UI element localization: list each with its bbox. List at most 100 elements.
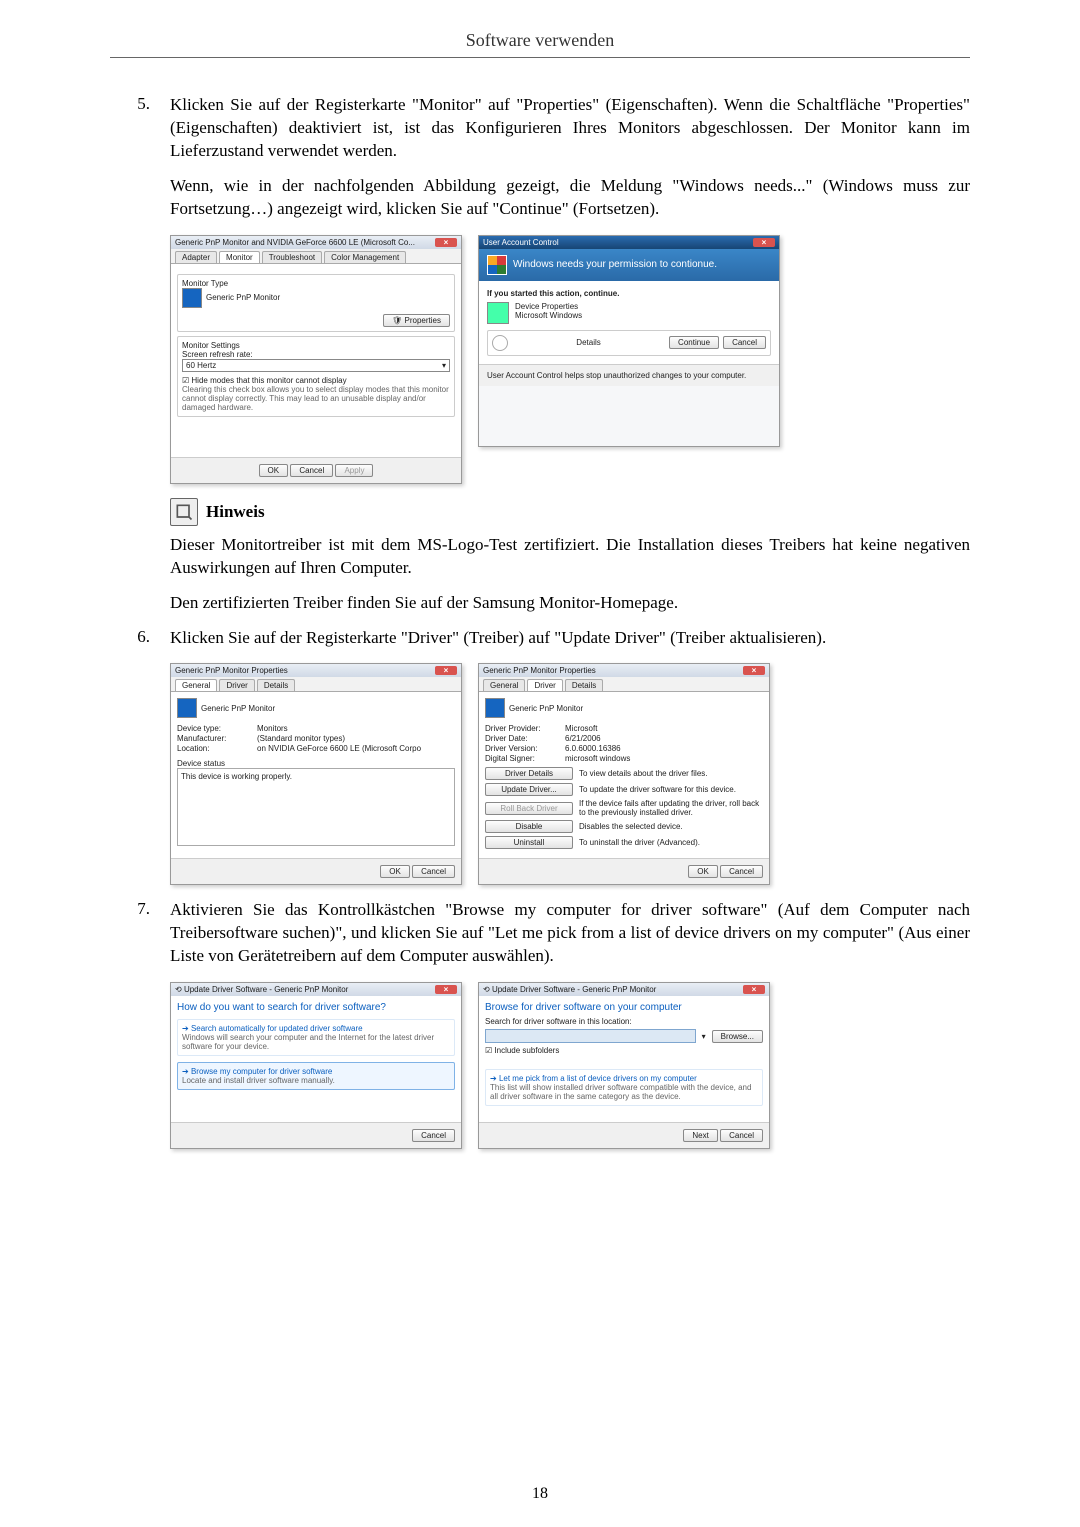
uac-details-label[interactable]: Details — [576, 338, 600, 347]
screenshot-display-properties: Generic PnP Monitor and NVIDIA GeForce 6… — [170, 235, 462, 484]
uac-item-publisher: Microsoft Windows — [515, 311, 582, 320]
location-label: Search for driver software in this locat… — [485, 1017, 763, 1026]
tab-adapter[interactable]: Adapter — [175, 251, 217, 263]
monitor-settings-label: Monitor Settings — [182, 341, 450, 350]
next-button[interactable]: Next — [683, 1129, 717, 1142]
pick-desc: This list will show installed driver sof… — [490, 1083, 758, 1101]
desc-uninstall: To uninstall the driver (Advanced). — [579, 838, 763, 847]
uac-title: User Account Control — [483, 238, 559, 247]
signer-value: microsoft windows — [565, 754, 630, 763]
date-label: Driver Date: — [485, 734, 565, 743]
monitor-type-value: Generic PnP Monitor — [206, 293, 280, 302]
tab-driver[interactable]: Driver — [219, 679, 254, 691]
hide-modes-checkbox[interactable]: ☑ — [182, 376, 189, 385]
note-p1: Dieser Monitortreiber ist mit dem MS-Log… — [170, 534, 970, 580]
close-icon[interactable]: × — [435, 238, 457, 247]
ok-button[interactable]: OK — [380, 865, 410, 878]
close-icon[interactable]: × — [435, 985, 457, 994]
device-status-text: This device is working properly. — [177, 768, 455, 846]
option-auto-search[interactable]: ➔ Search automatically for updated drive… — [177, 1019, 455, 1056]
include-subfolders-checkbox[interactable]: ☑ — [485, 1046, 492, 1055]
win-browse-title: ⟲ Update Driver Software - Generic PnP M… — [483, 985, 656, 994]
option-pick-from-list[interactable]: ➔ Let me pick from a list of device driv… — [485, 1069, 763, 1106]
note-p2: Den zertifizierten Treiber finden Sie au… — [170, 592, 970, 615]
shield-icon — [487, 255, 507, 275]
desc-rollback: If the device fails after updating the d… — [579, 799, 763, 817]
monitor-icon — [485, 698, 505, 718]
tab-driver[interactable]: Driver — [527, 679, 562, 691]
close-icon[interactable]: × — [435, 666, 457, 675]
tab-color[interactable]: Color Management — [324, 251, 406, 263]
win-search-title: ⟲ Update Driver Software - Generic PnP M… — [175, 985, 348, 994]
screenshot-driver-general: Generic PnP Monitor Properties × General… — [170, 663, 462, 885]
properties-button[interactable]: 🛡 Properties — [383, 314, 450, 327]
disable-button[interactable]: Disable — [485, 820, 573, 833]
pick-title: Let me pick from a list of device driver… — [499, 1074, 697, 1083]
cancel-button[interactable]: Cancel — [290, 464, 333, 477]
option-browse-computer[interactable]: ➔ Browse my computer for driver software… — [177, 1062, 455, 1090]
rollback-button[interactable]: Roll Back Driver — [485, 802, 573, 815]
opt1-desc: Windows will search your computer and th… — [182, 1033, 450, 1051]
step6-p1: Klicken Sie auf der Registerkarte "Drive… — [170, 627, 970, 650]
page-number: 18 — [0, 1485, 1080, 1503]
continue-button[interactable]: Continue — [669, 336, 719, 349]
step7-p1: Aktivieren Sie das Kontrollkästchen "Bro… — [170, 899, 970, 968]
refresh-label: Screen refresh rate: — [182, 350, 450, 359]
desc-update: To update the driver software for this d… — [579, 785, 763, 794]
cancel-button[interactable]: Cancel — [720, 865, 763, 878]
monitor-icon — [177, 698, 197, 718]
search-heading: How do you want to search for driver sof… — [177, 1002, 455, 1013]
step-number-6: 6. — [110, 627, 170, 650]
cancel-button[interactable]: Cancel — [412, 1129, 455, 1142]
desc-disable: Disables the selected device. — [579, 822, 763, 831]
tab-details[interactable]: Details — [257, 679, 295, 691]
desc-details: To view details about the driver files. — [579, 769, 763, 778]
uac-item-name: Device Properties — [515, 302, 582, 311]
ok-button[interactable]: OK — [259, 464, 289, 477]
driver-details-button[interactable]: Driver Details — [485, 767, 573, 780]
date-value: 6/21/2006 — [565, 734, 601, 743]
location-input[interactable] — [485, 1029, 696, 1043]
tab-details[interactable]: Details — [565, 679, 603, 691]
cancel-button[interactable]: Cancel — [723, 336, 766, 349]
device-name: Generic PnP Monitor — [509, 704, 583, 713]
page-header: Software verwenden — [110, 30, 970, 58]
version-label: Driver Version: — [485, 744, 565, 753]
display-tabs[interactable]: Adapter Monitor Troubleshoot Color Manag… — [171, 249, 461, 264]
opt2-desc: Locate and install driver software manua… — [182, 1076, 450, 1085]
browse-button[interactable]: Browse... — [712, 1030, 763, 1043]
chevron-down-icon[interactable]: ▾ — [702, 1032, 706, 1041]
uac-footer-text: User Account Control helps stop unauthor… — [479, 364, 779, 386]
step-number-7: 7. — [110, 899, 170, 968]
step5-p1: Klicken Sie auf der Registerkarte "Monit… — [170, 94, 970, 163]
close-icon[interactable]: × — [753, 238, 775, 247]
mfr-value: (Standard monitor types) — [257, 734, 345, 743]
hide-modes-label: Hide modes that this monitor cannot disp… — [191, 376, 346, 385]
cancel-button[interactable]: Cancel — [720, 1129, 763, 1142]
step5-p2: Wenn, wie in der nachfolgenden Abbildung… — [170, 175, 970, 221]
apply-button[interactable]: Apply — [335, 464, 373, 477]
opt1-title: Search automatically for updated driver … — [191, 1024, 363, 1033]
signer-label: Digital Signer: — [485, 754, 565, 763]
devtype-label: Device type: — [177, 724, 257, 733]
tab-troubleshoot[interactable]: Troubleshoot — [262, 251, 322, 263]
tab-general[interactable]: General — [175, 679, 217, 691]
note-label: Hinweis — [206, 502, 265, 522]
update-driver-button[interactable]: Update Driver... — [485, 783, 573, 796]
uninstall-button[interactable]: Uninstall — [485, 836, 573, 849]
tab-monitor[interactable]: Monitor — [219, 251, 260, 263]
close-icon[interactable]: × — [743, 985, 765, 994]
chevron-down-icon[interactable] — [492, 335, 508, 351]
browse-heading: Browse for driver software on your compu… — [485, 1002, 763, 1013]
devtype-value: Monitors — [257, 724, 288, 733]
ok-button[interactable]: OK — [688, 865, 718, 878]
provider-label: Driver Provider: — [485, 724, 565, 733]
provider-value: Microsoft — [565, 724, 597, 733]
refresh-select[interactable]: 60 Hertz ▾ — [182, 359, 450, 372]
chevron-down-icon: ▾ — [442, 361, 446, 370]
screenshot-browse-driver: ⟲ Update Driver Software - Generic PnP M… — [478, 982, 770, 1149]
close-icon[interactable]: × — [743, 666, 765, 675]
tab-general[interactable]: General — [483, 679, 525, 691]
screenshot-driver-driver: Generic PnP Monitor Properties × General… — [478, 663, 770, 885]
cancel-button[interactable]: Cancel — [412, 865, 455, 878]
